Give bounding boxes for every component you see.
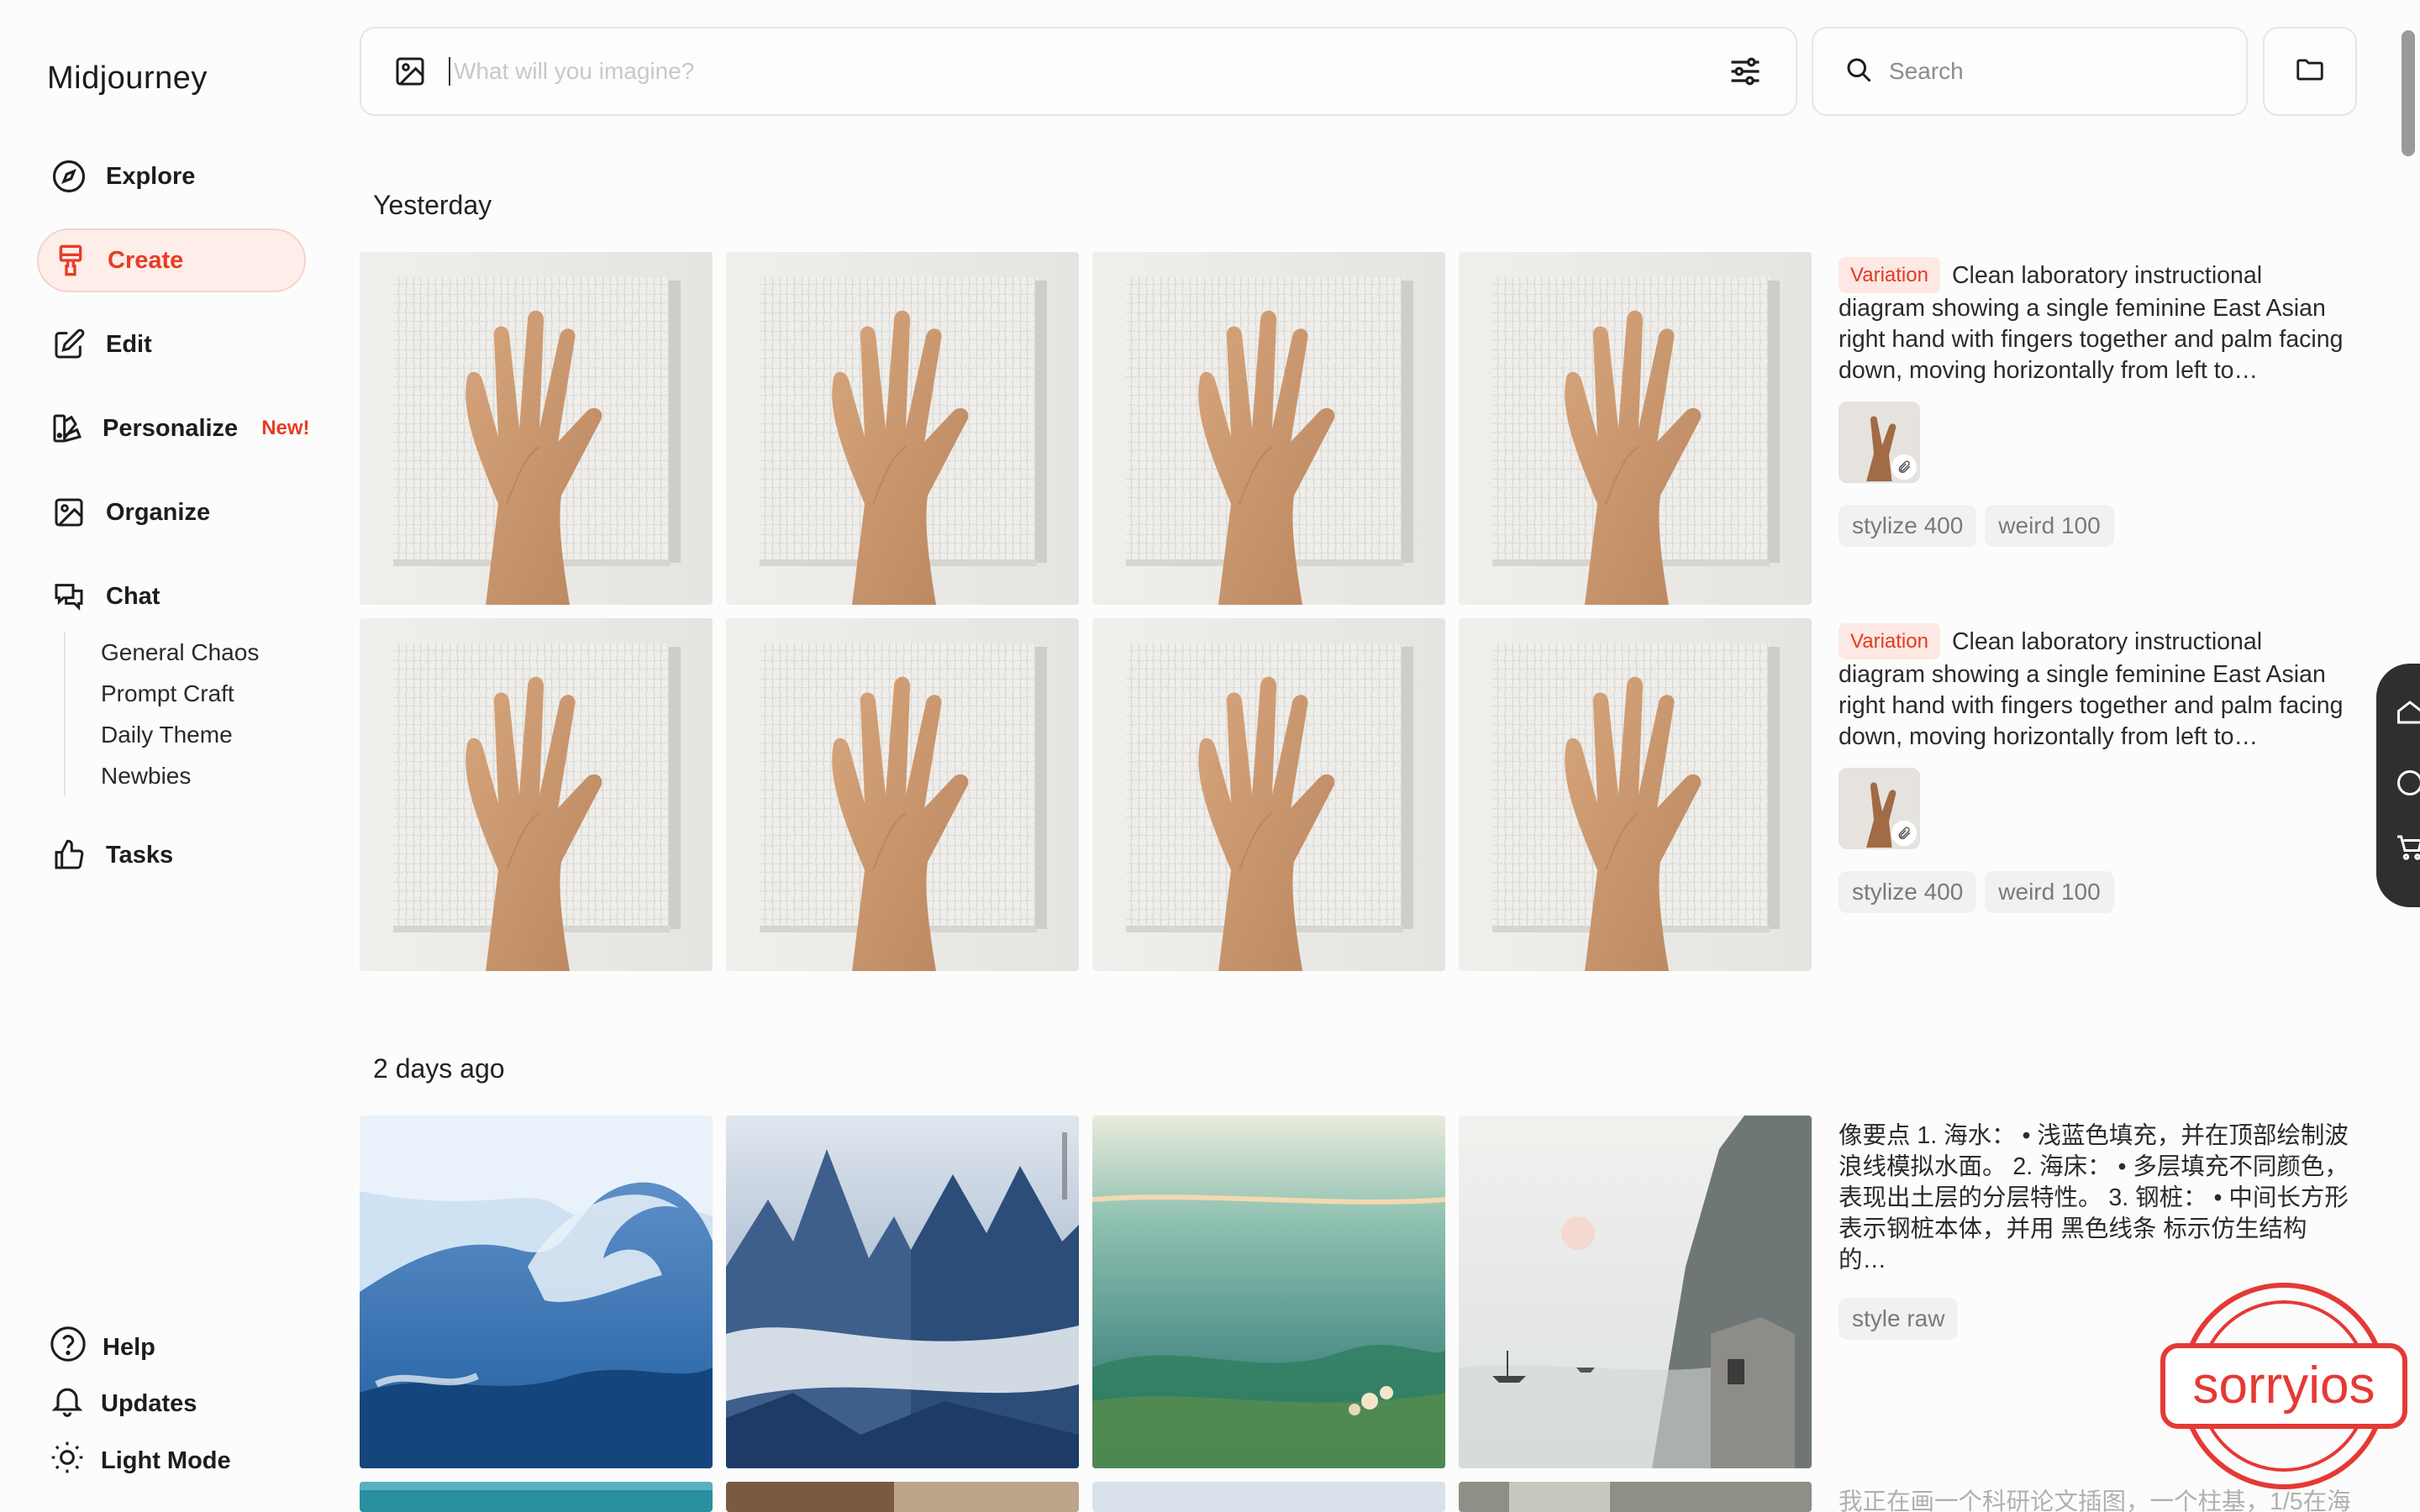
section-heading-yesterday: Yesterday <box>373 190 492 220</box>
new-badge: New! <box>261 417 310 439</box>
folder-button[interactable] <box>2263 27 2357 116</box>
search-input[interactable] <box>1889 58 2208 85</box>
variation-tag: Variation <box>1839 623 1940 659</box>
light-mode-label: Light Mode <box>101 1446 231 1474</box>
variation-tag: Variation <box>1839 257 1940 293</box>
image-icon <box>50 494 87 531</box>
sidebar-item-label: Tasks <box>106 841 174 869</box>
paintbrush-icon <box>52 242 89 279</box>
job-prompt[interactable]: Variation Clean laboratory instructional … <box>1839 257 2351 386</box>
generated-image[interactable] <box>726 618 1079 971</box>
param-chip[interactable]: weird 100 <box>1985 871 2114 913</box>
chat-room-newbies[interactable]: Newbies <box>101 755 259 796</box>
sidebar-item-label: Explore <box>106 162 196 190</box>
search-box <box>1812 27 2248 116</box>
help-icon <box>49 1325 87 1370</box>
generated-image[interactable] <box>1092 252 1445 605</box>
bell-icon <box>49 1382 86 1425</box>
thumbs-up-icon <box>50 837 87 874</box>
generated-image[interactable] <box>360 618 713 971</box>
prompt-bar <box>360 27 1797 116</box>
job-info: Variation Clean laboratory instructional … <box>1839 257 2351 547</box>
generated-image[interactable] <box>726 252 1079 605</box>
generated-image[interactable] <box>1092 1116 1445 1468</box>
job-prompt[interactable]: 像要点 1. 海水： • 浅蓝色填充，并在顶部绘制波浪线模拟水面。 2. 海床：… <box>1839 1121 2351 1276</box>
help-link[interactable]: Help <box>49 1325 155 1370</box>
personalize-icon <box>50 410 84 447</box>
sidebar-item-personalize[interactable]: Personalize New! <box>37 396 310 460</box>
sidebar-item-explore[interactable]: Explore <box>37 144 306 208</box>
param-chip[interactable]: weird 100 <box>1985 505 2114 547</box>
generated-image[interactable] <box>360 252 713 605</box>
param-chips: stylize 400 weird 100 <box>1839 871 2351 913</box>
prompt-input[interactable] <box>450 46 1725 97</box>
sidebar-item-tasks[interactable]: Tasks <box>37 823 306 887</box>
chat-room-general-chaos[interactable]: General Chaos <box>101 632 259 673</box>
home-icon[interactable] <box>2395 697 2420 732</box>
param-chip[interactable]: stylize 400 <box>1839 505 1977 547</box>
param-chip[interactable]: style raw <box>1839 1298 1959 1340</box>
chat-room-daily-theme[interactable]: Daily Theme <box>101 714 259 755</box>
app-logo[interactable]: Midjourney <box>47 60 208 97</box>
sidebar-item-label: Create <box>108 246 184 274</box>
sidebar-item-label: Organize <box>106 498 211 526</box>
sun-icon <box>49 1439 86 1483</box>
generated-image[interactable] <box>1092 618 1445 971</box>
sidebar-item-label: Chat <box>106 582 160 610</box>
chat-room-prompt-craft[interactable]: Prompt Craft <box>101 673 259 714</box>
sidebar-item-label: Personalize <box>103 414 239 442</box>
cart-icon[interactable] <box>2395 832 2420 866</box>
updates-link[interactable]: Updates <box>49 1382 197 1425</box>
sidebar-item-organize[interactable]: Organize <box>37 480 306 544</box>
help-label: Help <box>103 1333 155 1361</box>
chat-rooms-list: General Chaos Prompt Craft Daily Theme N… <box>64 632 259 796</box>
paperclip-icon <box>1891 821 1917 846</box>
chat-bubble-icon[interactable] <box>2395 768 2420 802</box>
updates-label: Updates <box>101 1389 197 1417</box>
generated-image[interactable] <box>1092 1482 1445 1512</box>
sidebar: Midjourney Explore Create Edit Personali… <box>0 0 336 1512</box>
scrollbar-thumb[interactable] <box>2402 30 2415 156</box>
paperclip-icon <box>1891 454 1917 480</box>
generated-image[interactable] <box>1459 1116 1812 1468</box>
chat-icon <box>50 578 87 615</box>
search-icon <box>1844 55 1874 89</box>
compass-icon <box>50 158 87 195</box>
reference-image-thumbnail[interactable] <box>1839 768 1920 849</box>
generated-image[interactable] <box>360 1116 713 1468</box>
generated-image[interactable] <box>1459 1482 1812 1512</box>
light-mode-toggle[interactable]: Light Mode <box>49 1439 231 1483</box>
generated-image[interactable] <box>726 1482 1079 1512</box>
generated-image[interactable] <box>360 1482 713 1512</box>
generated-image[interactable] <box>1459 252 1812 605</box>
sidebar-item-chat[interactable]: Chat <box>37 564 306 628</box>
watermark-text: sorryios <box>2192 1357 2375 1415</box>
param-chip[interactable]: stylize 400 <box>1839 871 1977 913</box>
generated-image[interactable] <box>726 1116 1079 1468</box>
generated-image[interactable] <box>1459 618 1812 971</box>
edit-icon <box>50 326 87 363</box>
floating-dock <box>2376 664 2420 907</box>
folder-icon <box>2294 54 2326 90</box>
job-prompt[interactable]: Variation Clean laboratory instructional … <box>1839 623 2351 753</box>
param-chips: stylize 400 weird 100 <box>1839 505 2351 547</box>
sidebar-item-create[interactable]: Create <box>37 228 306 292</box>
image-upload-icon[interactable] <box>392 53 429 90</box>
sidebar-item-edit[interactable]: Edit <box>37 312 306 376</box>
section-heading-2-days-ago: 2 days ago <box>373 1053 505 1084</box>
watermark-stamp: sorryios <box>2158 1278 2410 1495</box>
sidebar-item-label: Edit <box>106 330 152 358</box>
reference-image-thumbnail[interactable] <box>1839 402 1920 483</box>
settings-sliders-icon[interactable] <box>1725 51 1765 92</box>
job-info: Variation Clean laboratory instructional … <box>1839 623 2351 913</box>
